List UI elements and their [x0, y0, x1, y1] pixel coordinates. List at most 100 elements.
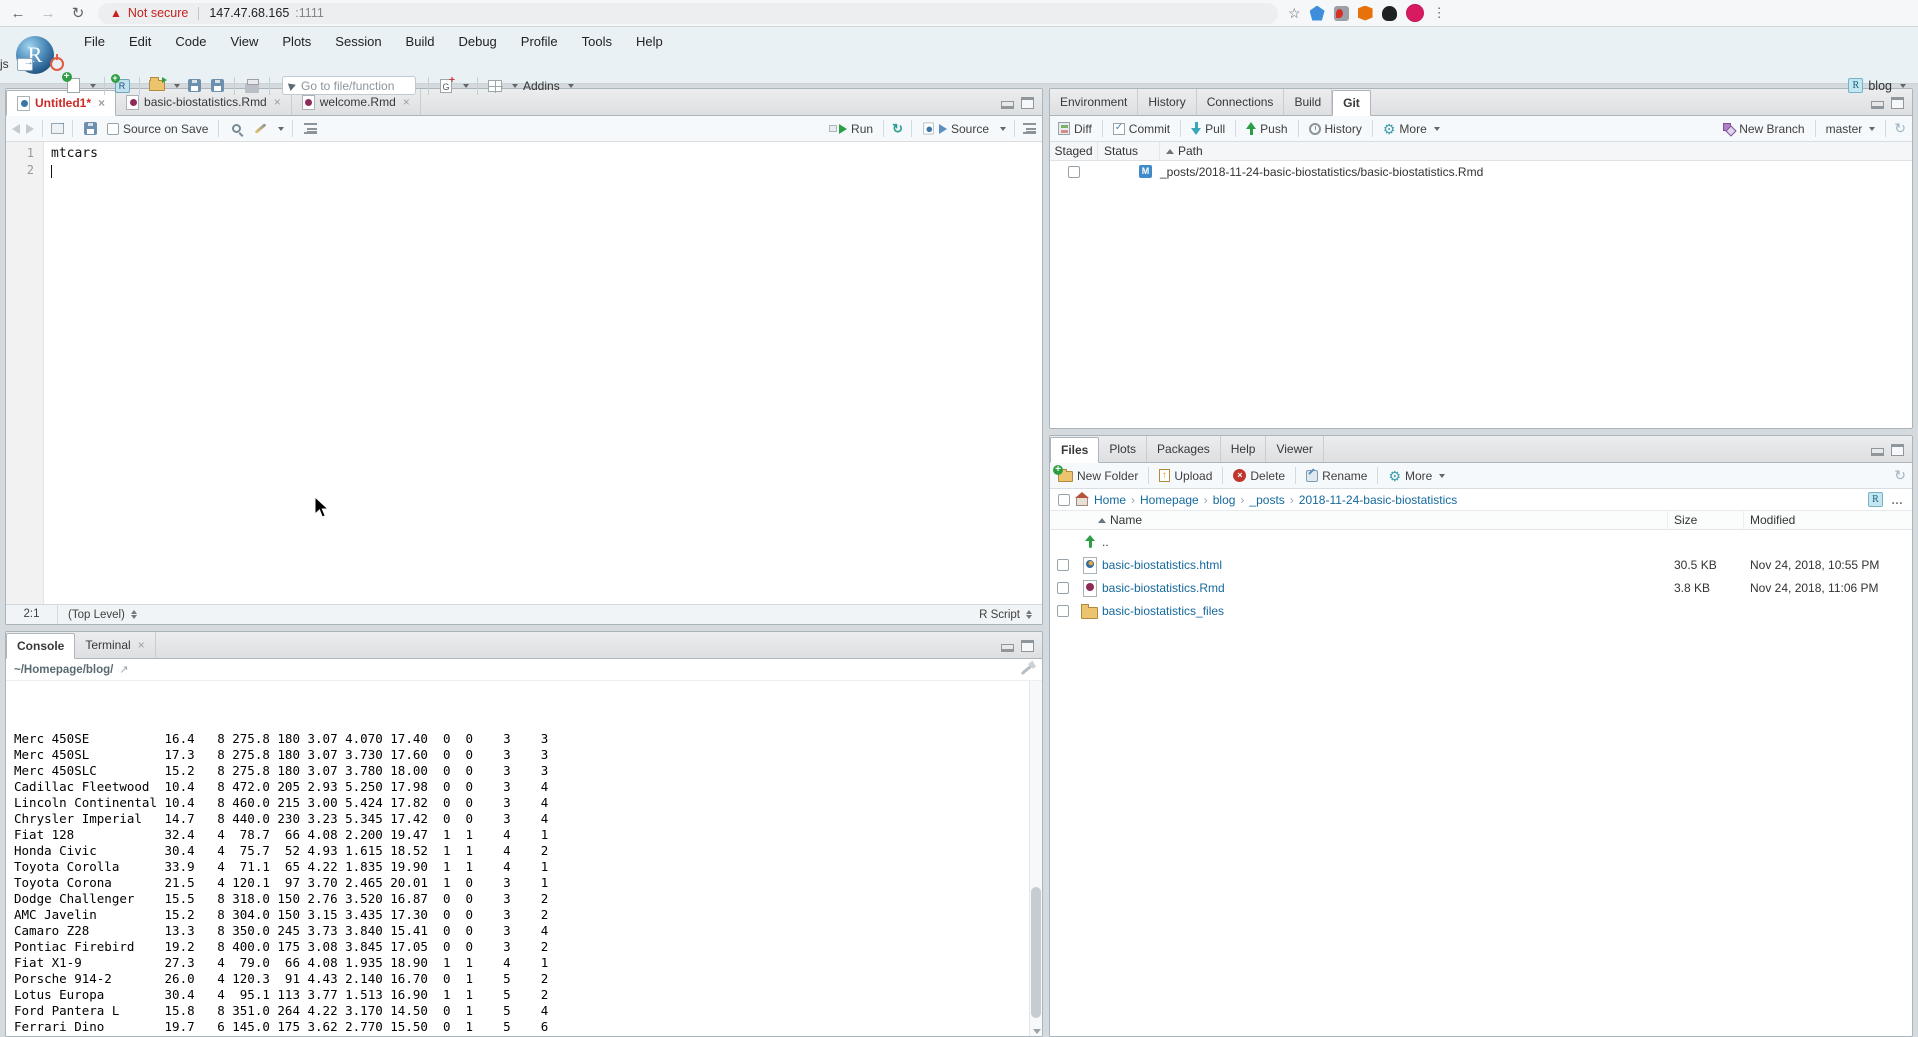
- menu-item[interactable]: Plots: [270, 28, 323, 56]
- source-caret[interactable]: [1000, 127, 1006, 131]
- file-name-link[interactable]: basic-biostatistics.Rmd: [1102, 581, 1668, 595]
- code-area[interactable]: mtcars: [44, 142, 1042, 604]
- file-checkbox[interactable]: [1057, 582, 1069, 594]
- version-control-icon[interactable]: G: [437, 77, 455, 95]
- scrollbar-thumb[interactable]: [1031, 887, 1041, 1018]
- browser-forward-icon[interactable]: →: [38, 5, 58, 22]
- pane-tab[interactable]: Files: [1050, 437, 1099, 463]
- save-icon[interactable]: [185, 77, 203, 95]
- menu-item[interactable]: File: [72, 28, 117, 56]
- header-modified[interactable]: Modified: [1744, 511, 1912, 529]
- extension-icon-3[interactable]: [1358, 6, 1373, 21]
- quit-session-icon[interactable]: [50, 57, 64, 71]
- breadcrumb-item[interactable]: Home: [1094, 493, 1140, 507]
- file-row[interactable]: ..: [1050, 530, 1912, 553]
- find-replace-icon[interactable]: [227, 120, 245, 138]
- not-secure-label[interactable]: Not secure: [128, 6, 188, 20]
- minimize-pane-icon[interactable]: [1001, 101, 1014, 109]
- file-name-link[interactable]: basic-biostatistics_files: [1102, 604, 1668, 618]
- save-all-icon[interactable]: [208, 77, 226, 95]
- scrollbar-down-arrow[interactable]: [1033, 1029, 1041, 1034]
- project-selector[interactable]: R blog: [1848, 78, 1918, 93]
- pane-tab[interactable]: Viewer: [1266, 436, 1323, 462]
- source-back-icon[interactable]: [12, 124, 20, 134]
- browser-menu-icon[interactable]: ⋮: [1433, 5, 1446, 21]
- extension-icon-4[interactable]: [1382, 6, 1397, 21]
- file-checkbox[interactable]: [1057, 559, 1069, 571]
- files-more-button[interactable]: ⚙More: [1386, 469, 1447, 483]
- upload-button[interactable]: Upload: [1157, 469, 1214, 483]
- clear-console-icon[interactable]: [1021, 664, 1034, 675]
- file-row[interactable]: basic-biostatistics.html 30.5 KB Nov 24,…: [1050, 553, 1912, 576]
- git-file-path[interactable]: _posts/2018-11-24-basic-biostatistics/ba…: [1160, 165, 1912, 179]
- push-button[interactable]: Push: [1244, 122, 1289, 136]
- diff-button[interactable]: Diff: [1056, 122, 1094, 136]
- browser-refresh-icon[interactable]: ↻: [68, 4, 88, 22]
- extension-icon-1[interactable]: [1310, 6, 1325, 21]
- menu-item[interactable]: View: [218, 28, 270, 56]
- more-button[interactable]: ⚙More: [1381, 122, 1442, 136]
- project-root-icon[interactable]: R: [1868, 492, 1883, 507]
- checkbox[interactable]: [107, 123, 119, 135]
- open-file-icon[interactable]: [148, 77, 166, 95]
- scope-selector[interactable]: (Top Level): [58, 609, 147, 621]
- source-on-save-checkbox[interactable]: Source on Save: [105, 122, 210, 136]
- header-status[interactable]: Status: [1098, 142, 1160, 160]
- pane-layout-caret[interactable]: [512, 84, 518, 88]
- goto-file-function-input[interactable]: Go to file/function: [282, 76, 416, 95]
- new-file-icon[interactable]: [64, 77, 82, 95]
- git-file-row[interactable]: M _posts/2018-11-24-basic-biostatistics/…: [1050, 161, 1912, 182]
- commit-button[interactable]: Commit: [1111, 122, 1172, 136]
- console-body[interactable]: Merc 450SE 16.4 8 275.8 180 3.07 4.070 1…: [6, 681, 1042, 1036]
- breadcrumb-item[interactable]: 2018-11-24-basic-biostatistics: [1299, 493, 1468, 507]
- console-scrollbar[interactable]: [1029, 681, 1042, 1036]
- source-button[interactable]: Source: [920, 121, 991, 136]
- tab-console[interactable]: Console: [6, 633, 75, 659]
- file-row[interactable]: basic-biostatistics_files: [1050, 599, 1912, 622]
- address-bar[interactable]: ▲ Not secure 147.47.68.165:1111: [98, 3, 1278, 24]
- signout-icon[interactable]: [17, 58, 33, 71]
- home-icon[interactable]: [1076, 497, 1088, 506]
- recent-files-caret[interactable]: [174, 84, 180, 88]
- pane-tab[interactable]: Plots: [1099, 436, 1147, 462]
- menu-item[interactable]: Edit: [117, 28, 163, 56]
- extension-icon-2[interactable]: [1334, 6, 1349, 21]
- bookmark-star-icon[interactable]: ☆: [1288, 5, 1301, 22]
- menu-item[interactable]: Code: [163, 28, 218, 56]
- file-checkbox[interactable]: [1057, 605, 1069, 617]
- file-row[interactable]: basic-biostatistics.Rmd 3.8 KB Nov 24, 2…: [1050, 576, 1912, 599]
- menu-item[interactable]: Tools: [570, 28, 624, 56]
- menu-item[interactable]: Build: [394, 28, 447, 56]
- maximize-pane-icon[interactable]: [1891, 444, 1904, 456]
- header-path[interactable]: Path: [1160, 142, 1912, 160]
- pane-tab[interactable]: Packages: [1147, 436, 1221, 462]
- branch-selector[interactable]: master: [1824, 122, 1878, 136]
- rerun-icon[interactable]: ↻: [892, 121, 903, 137]
- breadcrumb-item[interactable]: Homepage: [1140, 493, 1213, 507]
- files-refresh-icon[interactable]: ↻: [1894, 467, 1906, 484]
- file-name-link[interactable]: ..: [1102, 535, 1668, 549]
- code-tools-icon[interactable]: [251, 120, 269, 138]
- git-refresh-icon[interactable]: ↻: [1894, 120, 1906, 137]
- browser-profile-avatar[interactable]: [1406, 4, 1424, 22]
- header-name[interactable]: Name: [1050, 511, 1668, 529]
- run-button[interactable]: Run: [827, 122, 875, 136]
- save-doc-icon[interactable]: [81, 120, 99, 138]
- pane-tab[interactable]: Help: [1221, 436, 1267, 462]
- code-tools-caret[interactable]: [278, 127, 284, 131]
- open-new-window-icon[interactable]: [51, 123, 64, 134]
- compile-report-icon[interactable]: [301, 120, 319, 138]
- document-outline-icon[interactable]: [1023, 123, 1036, 134]
- new-folder-button[interactable]: New Folder: [1056, 469, 1140, 483]
- pull-button[interactable]: Pull: [1189, 122, 1227, 136]
- menu-item[interactable]: Profile: [509, 28, 570, 56]
- new-file-caret[interactable]: [90, 84, 96, 88]
- browser-back-icon[interactable]: ←: [8, 5, 28, 22]
- goto-directory-icon[interactable]: ↗: [119, 663, 128, 676]
- ellipsis-button[interactable]: …: [1891, 493, 1904, 507]
- file-name-link[interactable]: basic-biostatistics.html: [1102, 558, 1668, 572]
- tab-terminal[interactable]: Terminal ×: [75, 632, 155, 658]
- version-control-caret[interactable]: [463, 84, 469, 88]
- pane-layout-icon[interactable]: [486, 77, 504, 95]
- doc-type-selector[interactable]: R Script: [979, 609, 1042, 621]
